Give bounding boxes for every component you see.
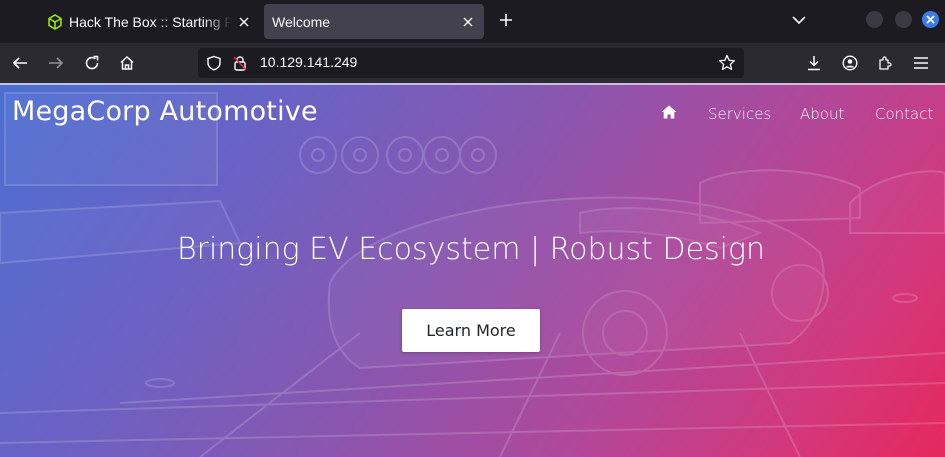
- plus-icon: [500, 14, 512, 26]
- new-tab-button[interactable]: [494, 8, 518, 32]
- bookmark-star-icon[interactable]: [718, 54, 736, 72]
- insecure-lock-icon[interactable]: [232, 55, 248, 71]
- download-icon: [808, 56, 820, 71]
- tab-welcome[interactable]: Welcome: [264, 4, 484, 39]
- tab-title: Hack The Box :: Starting Point: [69, 13, 232, 30]
- tab-strip: Hack The Box :: Starting Point Welcome: [0, 0, 945, 43]
- home-icon[interactable]: [661, 105, 677, 119]
- close-tab-icon[interactable]: [232, 10, 256, 34]
- close-tab-icon[interactable]: [456, 10, 480, 34]
- home-button[interactable]: [113, 49, 141, 77]
- account-icon: [842, 55, 858, 71]
- tab-title: Welcome: [272, 13, 331, 30]
- address-bar[interactable]: 10.129.141.249: [198, 48, 744, 78]
- hackthebox-cube-icon: [48, 13, 62, 30]
- hamburger-menu-icon: [914, 57, 928, 69]
- reload-icon: [85, 55, 99, 70]
- chevron-down-icon: [792, 15, 806, 24]
- window-maximize-button[interactable]: [895, 11, 912, 28]
- navigation-toolbar: 10.129.141.249: [0, 43, 945, 83]
- reload-button[interactable]: [78, 49, 106, 77]
- url-text[interactable]: 10.129.141.249: [260, 54, 357, 70]
- account-button[interactable]: [836, 49, 864, 77]
- tracking-protection-shield-icon[interactable]: [206, 55, 222, 71]
- window-minimize-button[interactable]: [866, 11, 883, 28]
- nav-link-about[interactable]: About: [800, 105, 844, 123]
- web-page: MegaCorp Automotive Services About Conta…: [0, 83, 945, 457]
- back-icon: [12, 57, 27, 69]
- home-icon: [120, 55, 134, 70]
- extensions-button[interactable]: [871, 49, 899, 77]
- list-all-tabs-button[interactable]: [787, 8, 811, 32]
- window-close-button[interactable]: [922, 11, 939, 28]
- extensions-icon: [879, 56, 892, 70]
- hero-headline: Bringing EV Ecosystem | Robust Design: [176, 232, 766, 267]
- nav-link-contact[interactable]: Contact: [875, 105, 933, 123]
- close-icon: [926, 15, 935, 24]
- downloads-button[interactable]: [800, 49, 828, 77]
- forward-button[interactable]: [42, 49, 70, 77]
- learn-more-button[interactable]: Learn More: [402, 309, 540, 352]
- showroom-background-image: [0, 92, 945, 457]
- nav-link-services[interactable]: Services: [708, 105, 771, 123]
- back-button[interactable]: [6, 49, 34, 77]
- tab-hack-the-box[interactable]: Hack The Box :: Starting Point: [38, 4, 260, 39]
- menu-button[interactable]: [907, 49, 935, 77]
- forward-icon: [49, 57, 64, 69]
- site-navigation: Services About Contact: [0, 103, 945, 127]
